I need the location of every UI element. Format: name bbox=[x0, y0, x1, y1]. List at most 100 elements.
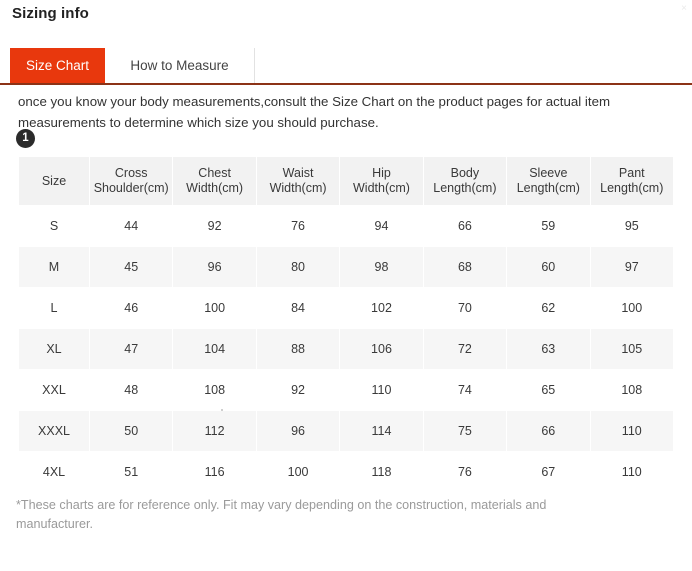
cell-measurement: 60 bbox=[507, 247, 590, 287]
cell-size-label: XXL bbox=[19, 370, 89, 410]
cell-measurement: 84 bbox=[256, 288, 340, 328]
cell-measurement: 92 bbox=[173, 206, 256, 246]
cell-measurement: 110 bbox=[340, 370, 423, 410]
cell-measurement: 68 bbox=[423, 247, 507, 287]
cell-measurement: 112 bbox=[173, 411, 256, 451]
cell-measurement: 59 bbox=[507, 206, 590, 246]
cell-measurement: 114 bbox=[340, 411, 423, 451]
intro-paragraph: once you know your body measurements,con… bbox=[18, 94, 611, 130]
column-header-hip-width: Hip Width(cm) bbox=[340, 157, 423, 205]
cell-measurement: 48 bbox=[90, 370, 173, 410]
cell-measurement: 66 bbox=[423, 206, 507, 246]
cell-measurement: 108 bbox=[173, 370, 256, 410]
column-header-line1: Waist bbox=[282, 166, 314, 180]
cell-size-label: L bbox=[19, 288, 89, 328]
cell-measurement: 70 bbox=[423, 288, 507, 328]
table-row: XXL 48 108 92 110 74 65 108 bbox=[19, 370, 673, 410]
tab-how-to-measure[interactable]: How to Measure bbox=[105, 48, 255, 83]
cell-measurement: 96 bbox=[256, 411, 340, 451]
cell-measurement: 63 bbox=[507, 329, 590, 369]
table-body: S 44 92 76 94 66 59 95 M 45 96 80 98 68 60 97 L 46 100 84 10… bbox=[19, 206, 673, 492]
tab-bar: Size Chart How to Measure bbox=[0, 48, 692, 83]
column-header-pant-length: Pant Length(cm) bbox=[590, 157, 673, 205]
cell-measurement: 75 bbox=[423, 411, 507, 451]
column-header-sleeve-length: Sleeve Length(cm) bbox=[507, 157, 590, 205]
close-icon[interactable]: × bbox=[678, 2, 690, 18]
cell-measurement: 94 bbox=[340, 206, 423, 246]
cell-measurement: 46 bbox=[90, 288, 173, 328]
table-header-row: Size Cross Shoulder(cm) Chest Width(cm) … bbox=[19, 157, 673, 205]
table-row: M 45 96 80 98 68 60 97 bbox=[19, 247, 673, 287]
cell-measurement: 44 bbox=[90, 206, 173, 246]
cell-measurement: 62 bbox=[507, 288, 590, 328]
size-chart-table: Size Cross Shoulder(cm) Chest Width(cm) … bbox=[18, 156, 674, 493]
cell-measurement: 66 bbox=[507, 411, 590, 451]
cell-measurement: 100 bbox=[590, 288, 673, 328]
column-header-chest-width: Chest Width(cm) bbox=[173, 157, 256, 205]
table-row: XXXL 50 112 96 114 75 66 110 bbox=[19, 411, 673, 451]
cell-measurement: 88 bbox=[256, 329, 340, 369]
cell-measurement: 72 bbox=[423, 329, 507, 369]
column-header-line2: Shoulder(cm) bbox=[93, 181, 169, 195]
table-row: S 44 92 76 94 66 59 95 bbox=[19, 206, 673, 246]
render-artifact-dot bbox=[221, 409, 223, 411]
cell-measurement: 110 bbox=[590, 411, 673, 451]
column-header-cross-shoulder: Cross Shoulder(cm) bbox=[90, 157, 173, 205]
cell-measurement: 67 bbox=[507, 452, 590, 492]
table-row: XL 47 104 88 106 72 63 105 bbox=[19, 329, 673, 369]
cell-measurement: 96 bbox=[173, 247, 256, 287]
cell-measurement: 102 bbox=[340, 288, 423, 328]
cell-measurement: 100 bbox=[173, 288, 256, 328]
cell-measurement: 106 bbox=[340, 329, 423, 369]
cell-measurement: 92 bbox=[256, 370, 340, 410]
cell-measurement: 105 bbox=[590, 329, 673, 369]
column-header-line1: Cross bbox=[114, 166, 148, 180]
column-header-size: Size bbox=[19, 157, 89, 205]
cell-measurement: 98 bbox=[340, 247, 423, 287]
footnote-disclaimer: *These charts are for reference only. Fi… bbox=[16, 498, 547, 531]
cell-measurement: 65 bbox=[507, 370, 590, 410]
cell-measurement: 116 bbox=[173, 452, 256, 492]
cell-measurement: 108 bbox=[590, 370, 673, 410]
cell-measurement: 74 bbox=[423, 370, 507, 410]
cell-measurement: 50 bbox=[90, 411, 173, 451]
cell-measurement: 51 bbox=[90, 452, 173, 492]
column-header-line1: Hip bbox=[372, 166, 391, 180]
cell-measurement: 45 bbox=[90, 247, 173, 287]
cell-size-label: XXXL bbox=[19, 411, 89, 451]
cell-measurement: 100 bbox=[256, 452, 340, 492]
column-header-line2: Width(cm) bbox=[186, 181, 244, 195]
column-header-line2: Width(cm) bbox=[269, 181, 327, 195]
cell-size-label: XL bbox=[19, 329, 89, 369]
cell-measurement: 110 bbox=[590, 452, 673, 492]
cell-size-label: 4XL bbox=[19, 452, 89, 492]
column-header-line1: Pant bbox=[618, 166, 645, 180]
table-row: 4XL 51 116 100 118 76 67 110 bbox=[19, 452, 673, 492]
cell-measurement: 97 bbox=[590, 247, 673, 287]
cell-measurement: 95 bbox=[590, 206, 673, 246]
cell-measurement: 104 bbox=[173, 329, 256, 369]
sizing-info-panel: Sizing info × Size Chart How to Measure … bbox=[0, 0, 692, 571]
column-header-line2: Width(cm) bbox=[353, 181, 410, 195]
step-badge: 1 bbox=[16, 129, 35, 148]
column-header-line1: Sleeve bbox=[529, 166, 568, 180]
tab-size-chart[interactable]: Size Chart bbox=[10, 48, 105, 83]
column-header-body-length: Body Length(cm) bbox=[423, 157, 507, 205]
column-header-line1: Size bbox=[41, 173, 67, 188]
column-header-line2: Length(cm) bbox=[516, 181, 580, 195]
tab-underline-rule bbox=[0, 83, 692, 85]
cell-measurement: 80 bbox=[256, 247, 340, 287]
cell-measurement: 118 bbox=[340, 452, 423, 492]
cell-measurement: 76 bbox=[256, 206, 340, 246]
column-header-line1: Body bbox=[450, 166, 480, 180]
column-header-waist-width: Waist Width(cm) bbox=[256, 157, 340, 205]
table-row: L 46 100 84 102 70 62 100 bbox=[19, 288, 673, 328]
cell-measurement: 76 bbox=[423, 452, 507, 492]
column-header-line2: Length(cm) bbox=[433, 181, 497, 195]
column-header-line1: Chest bbox=[198, 166, 231, 180]
page-title: Sizing info bbox=[12, 5, 89, 22]
column-header-line2: Length(cm) bbox=[600, 181, 664, 195]
cell-measurement: 47 bbox=[90, 329, 173, 369]
cell-size-label: M bbox=[19, 247, 89, 287]
cell-size-label: S bbox=[19, 206, 89, 246]
